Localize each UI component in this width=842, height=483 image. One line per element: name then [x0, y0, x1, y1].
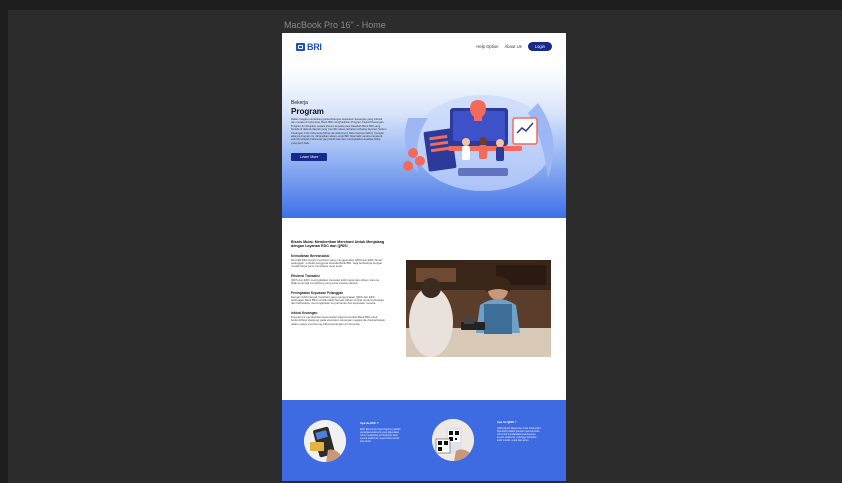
feature-body: Dengan lebih banyak merchant yang menggu… — [291, 294, 384, 306]
feature-heading: Kemudahan Bertransaksi — [291, 253, 330, 258]
feature-body: Program ini memberikan kesempatan bagi k… — [291, 314, 385, 326]
feature-item: Efisiensi Transaksi QRIS dan EDC meningk… — [291, 274, 385, 286]
hero-copy: Bekerja Program Dalam rangka mendukung p… — [291, 100, 387, 163]
nav-help-option[interactable]: Help Option — [476, 44, 498, 49]
home-frame[interactable]: BRI Help Option About Us Login Bekerja P… — [282, 33, 566, 481]
products-section: Apa itu EDC ? EDC (Electronic Data Captu… — [282, 400, 566, 481]
edc-heading: Apa itu EDC ? — [360, 421, 379, 425]
coin-icon — [403, 161, 413, 171]
coin-icon — [415, 156, 425, 166]
edc-body: EDC (Electronic Data Capture) adalah per… — [360, 428, 401, 443]
hero-illustration — [403, 95, 554, 191]
edc-circle — [304, 420, 346, 462]
coin-icon — [408, 148, 418, 158]
frame-label[interactable]: MacBook Pro 16" - Home — [284, 20, 386, 30]
nav-about-us[interactable]: About Us — [505, 44, 522, 49]
logo-text: BRI — [307, 42, 322, 52]
hero-body: Dalam rangka mendukung perkembangan ekos… — [291, 118, 387, 145]
cafe-merchant-photo — [406, 260, 551, 357]
features-text: Bisnis Mulai: Memberikan Merchant Untuk … — [291, 240, 385, 326]
top-nav: Help Option About Us Login — [476, 42, 552, 51]
feature-item: Peningkatan Kepuasan Pelanggan Dengan le… — [291, 291, 385, 306]
learn-more-button[interactable]: Learn More — [291, 153, 328, 162]
bri-logo[interactable]: BRI — [296, 42, 322, 52]
qris-circle — [432, 419, 474, 461]
hero-section: BRI Help Option About Us Login Bekerja P… — [282, 33, 566, 218]
feature-body: Memiliki EDC berarti merchant yang mengg… — [291, 257, 383, 269]
hero-eyebrow: Bekerja — [291, 100, 308, 106]
feature-item: Kemudahan Bertransaksi Memiliki EDC bera… — [291, 254, 385, 269]
qris-heading: Apa itu QRIS ? — [497, 420, 517, 424]
features-title: Bisnis Mulai: Memberikan Merchant Untuk … — [291, 240, 385, 249]
hero-title: Program — [291, 107, 324, 116]
login-button[interactable]: Login — [527, 42, 552, 51]
merchant-section: Bisnis Mulai: Memberikan Merchant Untuk … — [282, 218, 566, 400]
qris-body: QRIS (Quick Response Code Indonesian Sta… — [497, 427, 541, 442]
feature-item: Inklusi Keuangan Program ini memberikan … — [291, 311, 385, 326]
bri-logo-icon — [296, 43, 305, 51]
feature-body: QRIS dan EDC meningkatkan transaksi lebi… — [291, 277, 379, 286]
